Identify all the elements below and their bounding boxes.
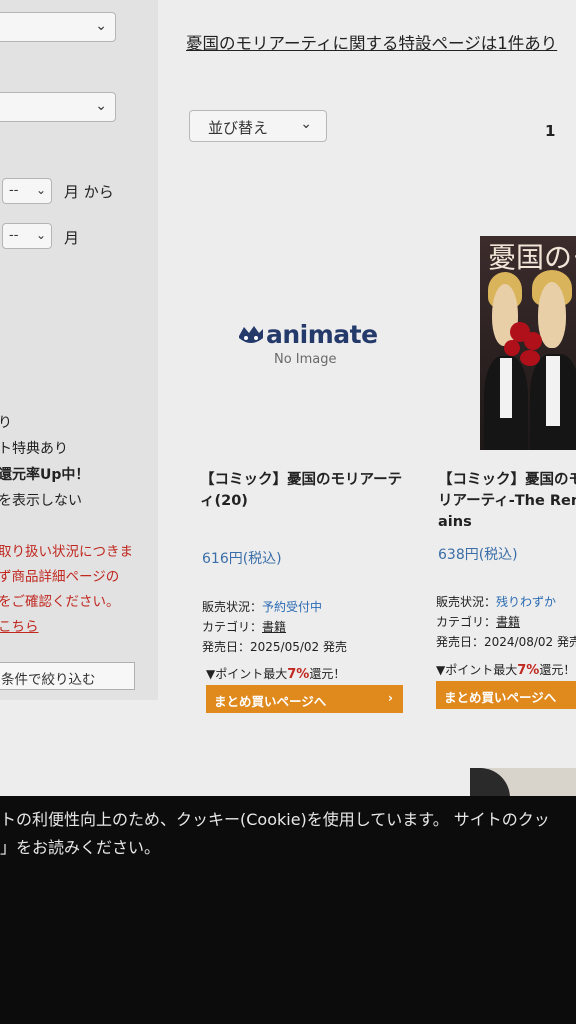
- animate-logo-icon: [239, 326, 263, 343]
- product-cover-image[interactable]: 憂国のモリア: [480, 236, 576, 450]
- category: カテゴリ：書籍: [202, 617, 347, 637]
- status-value: 予約受付中: [262, 600, 323, 614]
- cover-rose: [504, 340, 520, 356]
- point-prefix: ▼ポイント最大: [206, 667, 288, 681]
- product-title[interactable]: 【コミック】憂国のモリアーティ-The Remains: [438, 470, 576, 533]
- category: カテゴリ：書籍: [436, 612, 576, 632]
- category-link[interactable]: 書籍: [496, 615, 520, 629]
- bulk-buy-label: まとめ買いページへ: [444, 690, 557, 705]
- special-page-link[interactable]: 憂国のモリアーティに関する特設ページは1件あり: [186, 30, 557, 54]
- chevron-down-icon: ⌄: [300, 116, 312, 132]
- bulk-buy-label: まとめ買いページへ: [214, 694, 327, 709]
- animate-logo-text: animate: [266, 320, 378, 349]
- month-to-label: 月: [64, 229, 80, 247]
- current-page-number[interactable]: 1: [545, 122, 555, 140]
- point-suffix: 還元！: [539, 663, 576, 677]
- notice-line-1: 取り扱い状況につきま: [0, 544, 133, 560]
- point-prefix: ▼ポイント最大: [436, 663, 518, 677]
- sort-dropdown[interactable]: 並び替え ⌄: [189, 110, 327, 142]
- select-value: --: [9, 228, 19, 243]
- category-label: カテゴリ：: [202, 620, 263, 634]
- status-label: 販売状況：: [202, 600, 263, 614]
- product-price: 616円(税込): [202, 551, 282, 567]
- point-campaign: ▼ポイント最大7%還元！: [206, 665, 345, 682]
- release-date: 発売日：2024/08/02 発売: [436, 635, 576, 649]
- cover-figure-2-face: [538, 282, 566, 348]
- search-filter-sidebar: ⌄ ⌄ -- ⌄ 月 から -- ⌄ 月 り ト特典あり 還元率Up中！ を表示…: [0, 0, 158, 700]
- filter-option-bonus[interactable]: ト特典あり: [0, 438, 68, 458]
- sales-status: 販売状況：予約受付中: [202, 597, 347, 617]
- point-percent: 7%: [287, 667, 310, 682]
- cover-rose: [524, 332, 542, 350]
- month-from-label: 月 から: [64, 183, 114, 201]
- notice-line-2: ず商品詳細ページの: [0, 569, 120, 585]
- sales-status: 販売状況：残りわずか: [436, 592, 576, 612]
- cover-figure-1-shirt: [500, 358, 512, 418]
- chevron-down-icon: ⌄: [95, 98, 107, 114]
- chevron-down-icon: ⌄: [35, 228, 46, 242]
- bulk-buy-button[interactable]: まとめ買いページへ ›: [206, 685, 403, 713]
- chevron-down-icon: ⌄: [35, 183, 46, 197]
- sort-label: 並び替え: [208, 119, 269, 137]
- product-info: 販売状況：予約受付中 カテゴリ：書籍 発売日：2025/05/02 発売: [202, 597, 347, 657]
- filter-select-1[interactable]: ⌄: [0, 12, 116, 42]
- product-info: 販売状況：残りわずか カテゴリ：書籍 発売日：2024/08/02 発売: [436, 592, 576, 652]
- filter-option-1[interactable]: り: [0, 412, 12, 432]
- cover-title: 憂国のモリア: [488, 241, 576, 274]
- select-value: --: [9, 183, 19, 198]
- point-suffix: 還元！: [309, 667, 346, 681]
- chevron-right-icon: ›: [387, 690, 393, 705]
- category-link[interactable]: 書籍: [262, 620, 286, 634]
- filter-option-point-up[interactable]: 還元率Up中！: [0, 464, 89, 484]
- notice-link[interactable]: こちら: [0, 615, 39, 635]
- filter-option-hide[interactable]: を表示しない: [0, 490, 82, 510]
- category-label: カテゴリ：: [436, 615, 497, 629]
- product-image-placeholder[interactable]: animate No Image: [236, 320, 378, 372]
- cover-rose: [520, 350, 540, 366]
- cookie-policy-link[interactable]: 」をお読みください。: [0, 834, 160, 858]
- chevron-down-icon: ⌄: [95, 18, 107, 34]
- narrow-search-button[interactable]: 条件で絞り込む: [0, 662, 135, 690]
- point-percent: 7%: [517, 663, 540, 678]
- cookie-consent-banner: トの利便性向上のため、クッキー(Cookie)を使用しています。 サイトのクッ …: [0, 796, 576, 1024]
- cookie-notice-text: トの利便性向上のため、クッキー(Cookie)を使用しています。 サイトのクッ: [0, 810, 550, 829]
- bulk-buy-button[interactable]: まとめ買いページへ: [436, 681, 576, 709]
- cover-figure-2-shirt: [546, 356, 560, 426]
- product-title[interactable]: 【コミック】憂国のモリアーティ(20): [200, 470, 410, 512]
- status-label: 販売状況：: [436, 595, 497, 609]
- filter-select-2[interactable]: ⌄: [0, 92, 116, 122]
- point-campaign: ▼ポイント最大7%還元！: [436, 661, 575, 678]
- release-date: 発売日：2025/05/02 発売: [202, 640, 347, 654]
- release-month-to-select[interactable]: -- ⌄: [2, 223, 52, 249]
- release-month-from-select[interactable]: -- ⌄: [2, 178, 52, 204]
- no-image-caption: No Image: [274, 352, 337, 367]
- notice-line-3: をご確認ください。: [0, 594, 120, 610]
- browser-viewport: ⌄ ⌄ -- ⌄ 月 から -- ⌄ 月 り ト特典あり 還元率Up中！ を表示…: [0, 0, 576, 812]
- product-price: 638円(税込): [438, 547, 518, 563]
- product-title-text: 【コミック】憂国のモリアーティ-The Remains: [438, 472, 576, 530]
- status-value: 残りわずか: [496, 595, 557, 609]
